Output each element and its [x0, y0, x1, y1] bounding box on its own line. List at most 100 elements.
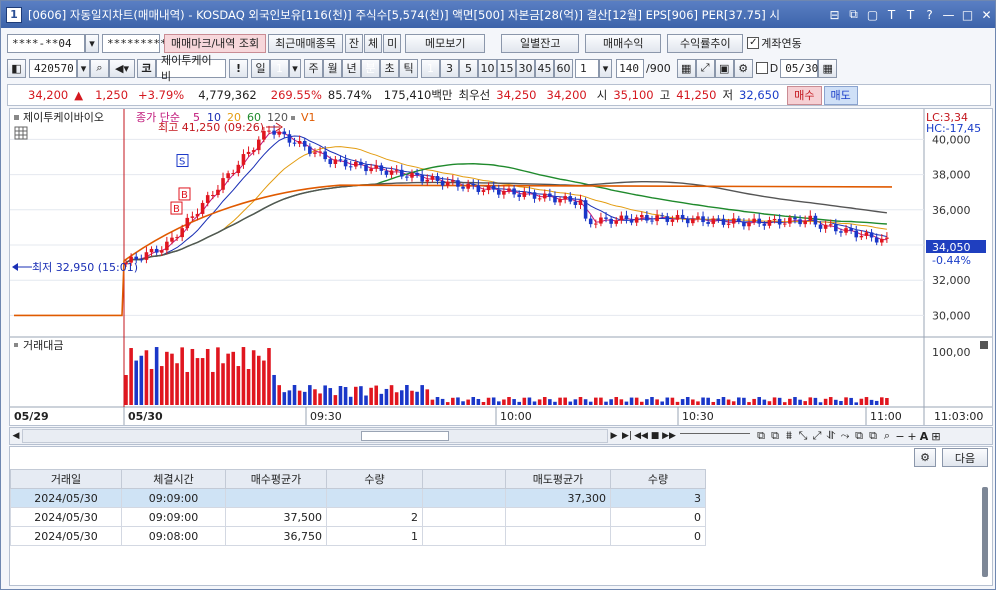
- speaker-icon[interactable]: ◀▾: [109, 58, 135, 78]
- interval-15-button[interactable]: 15: [497, 58, 516, 78]
- volume-bar: [665, 397, 670, 405]
- grid-toggle-icon[interactable]: ⊞: [930, 430, 942, 443]
- gear-icon[interactable]: ⚙: [733, 58, 753, 78]
- stock-info-button[interactable]: !: [229, 58, 248, 78]
- stock-code-field[interactable]: 420570: [29, 58, 77, 78]
- period-count-field[interactable]: 1: [270, 58, 289, 78]
- scrollbar-thumb[interactable]: [361, 431, 449, 441]
- close-icon[interactable]: ✕: [978, 6, 995, 23]
- chart-area[interactable]: 40,00038,00036,00034,00032,00030,00005/2…: [9, 108, 993, 426]
- interval-60-button[interactable]: 60: [554, 58, 573, 78]
- stock-name-field[interactable]: 제이투케이비: [156, 54, 226, 83]
- date-checkbox[interactable]: [755, 62, 768, 74]
- interval-10-button[interactable]: 10: [478, 58, 497, 78]
- scroll-left-icon[interactable]: ◀: [10, 431, 22, 441]
- bar-count-field[interactable]: 140: [616, 58, 644, 78]
- market-kosdaq-badge[interactable]: 코: [137, 58, 156, 78]
- period-month-button[interactable]: 월: [323, 58, 342, 78]
- fast-forward-icon[interactable]: ▶▶: [662, 431, 676, 441]
- save-icon[interactable]: ▣: [714, 58, 734, 78]
- table-row[interactable]: 2024/05/30 09:09:00 37,300 3: [10, 488, 706, 508]
- password-field[interactable]: *********: [102, 33, 167, 53]
- profit-trend-button[interactable]: 수익률추이: [667, 33, 744, 53]
- period-year-button[interactable]: 년: [342, 58, 361, 78]
- volume-bar: [200, 358, 205, 405]
- calendar-icon[interactable]: ▦: [818, 58, 838, 78]
- account-dropdown-icon[interactable]: ▾: [85, 33, 99, 53]
- unfilled-toggle-button[interactable]: 미: [383, 33, 402, 53]
- memo-view-button[interactable]: 메모보기: [405, 33, 486, 53]
- period-minute-button[interactable]: 분: [361, 58, 380, 78]
- volume-bar: [420, 385, 424, 405]
- copy-window-icon[interactable]: ⧉: [845, 6, 862, 23]
- buy-button[interactable]: 매수: [787, 85, 822, 105]
- next-button[interactable]: 다음: [942, 448, 988, 467]
- help-icon[interactable]: ?: [921, 6, 938, 23]
- rewind-icon[interactable]: ◀◀: [634, 431, 648, 441]
- settings-gear-icon[interactable]: ⚙: [914, 448, 936, 467]
- interval-1-button[interactable]: 1: [421, 58, 440, 78]
- panel-close-icon[interactable]: [980, 341, 988, 349]
- draw-tool-icon-8[interactable]: ⧉: [852, 429, 866, 443]
- table-scrollbar[interactable]: [982, 487, 988, 577]
- font-size-icon[interactable]: T: [883, 6, 900, 23]
- interval-dropdown-icon[interactable]: ▾: [599, 58, 612, 78]
- chart-scrollbar[interactable]: [22, 429, 608, 443]
- sell-button[interactable]: 매도: [823, 85, 858, 105]
- fill-toggle-button[interactable]: 체: [364, 33, 383, 53]
- draw-tool-icon-1[interactable]: ⧉: [754, 429, 768, 443]
- interval-30-button[interactable]: 30: [516, 58, 535, 78]
- font-style-icon[interactable]: T: [902, 6, 919, 23]
- draw-tool-icon-5[interactable]: ⤢: [810, 429, 824, 443]
- zoom-out-icon[interactable]: −: [894, 430, 906, 443]
- candle-body: [190, 216, 195, 218]
- interval-5-button[interactable]: 5: [459, 58, 478, 78]
- stop-icon[interactable]: ■: [648, 431, 662, 441]
- draw-tool-icon-7[interactable]: ⤳: [838, 429, 852, 443]
- interval-3-button[interactable]: 3: [440, 58, 459, 78]
- trade-mark-lookup-button[interactable]: 매매마크/내역 조회: [164, 33, 267, 53]
- account-link-checkbox[interactable]: ✓ 계좌연동: [747, 35, 802, 51]
- account-number-field[interactable]: ****-**04: [7, 33, 85, 53]
- maximize-icon[interactable]: □: [959, 6, 976, 23]
- date-field[interactable]: 05/30: [780, 58, 818, 78]
- draw-tool-icon-6[interactable]: ⥯: [824, 429, 838, 443]
- minimize-icon[interactable]: —: [940, 6, 957, 23]
- candle-body: [175, 237, 179, 239]
- interval-45-button[interactable]: 45: [535, 58, 554, 78]
- search-icon[interactable]: ⌕: [90, 58, 109, 78]
- first-page-icon[interactable]: ▶|: [620, 431, 634, 441]
- magnifier-icon[interactable]: ⌕: [880, 429, 894, 443]
- recent-trades-button[interactable]: 최근매매종목: [268, 33, 343, 53]
- table-toggle-icon[interactable]: [14, 126, 28, 140]
- crosshair-icon[interactable]: ⤢: [695, 58, 715, 78]
- period-tick-button[interactable]: 틱: [399, 58, 418, 78]
- candlestick-chart[interactable]: 40,00038,00036,00034,00032,00030,00005/2…: [10, 109, 992, 425]
- trade-profit-button[interactable]: 매매수익: [585, 33, 662, 53]
- interval-select-field[interactable]: 1: [575, 58, 599, 78]
- draw-tool-icon-4[interactable]: ⤡: [796, 429, 810, 443]
- table-row[interactable]: 2024/05/30 09:09:00 37,500 2 0: [10, 507, 706, 527]
- draw-tool-icon-3[interactable]: ⩩: [782, 429, 796, 443]
- indicator-settings-icon[interactable]: ▦: [676, 58, 696, 78]
- volume-bar: [752, 398, 756, 405]
- link-icon[interactable]: ⊟: [826, 6, 843, 23]
- layout-icon[interactable]: ◧: [7, 58, 26, 78]
- period-day-button[interactable]: 일: [251, 58, 270, 78]
- daily-balance-button[interactable]: 일별잔고: [501, 33, 580, 53]
- candle-body: [527, 191, 532, 193]
- period-dropdown-icon[interactable]: ▾: [289, 58, 301, 78]
- window-list-icon[interactable]: ▢: [864, 6, 881, 23]
- candle-body: [430, 176, 435, 180]
- draw-tool-icon-9[interactable]: ⧉: [866, 429, 880, 443]
- balance-toggle-button[interactable]: 잔: [344, 33, 364, 53]
- zoom-slider[interactable]: [680, 433, 750, 439]
- text-tool-icon[interactable]: A: [918, 430, 930, 443]
- zoom-in-icon[interactable]: +: [906, 430, 918, 443]
- period-week-button[interactable]: 주: [304, 58, 323, 78]
- scroll-right-icon[interactable]: ▶: [608, 431, 620, 441]
- draw-tool-icon-2[interactable]: ⧉: [768, 429, 782, 443]
- period-second-button[interactable]: 초: [380, 58, 399, 78]
- code-dropdown-icon[interactable]: ▾: [77, 58, 90, 78]
- table-row[interactable]: 2024/05/30 09:08:00 36,750 1 0: [10, 526, 706, 546]
